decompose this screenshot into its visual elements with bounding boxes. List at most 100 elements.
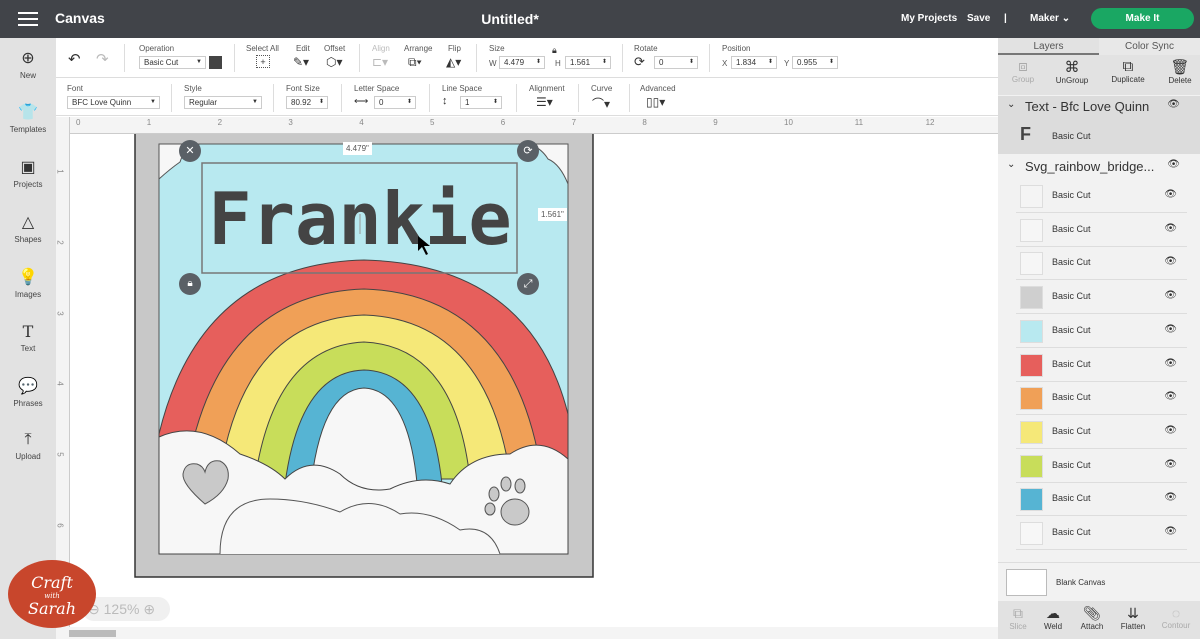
redo-icon[interactable]: ↷ — [96, 50, 109, 68]
eye-icon[interactable]: 👁︎ — [1164, 459, 1177, 470]
align-icon[interactable]: ⊏▾ — [372, 55, 388, 69]
layer-name: Basic Cut — [1052, 324, 1091, 335]
lock-icon[interactable]: 🔒︎ — [552, 45, 557, 56]
eye-icon[interactable]: 👁︎ — [1167, 159, 1180, 170]
sidebar-item-projects[interactable]: ▣ Projects — [0, 157, 56, 189]
stepper-icon[interactable]: ⬍ — [536, 57, 541, 68]
ungroup-button[interactable]: ⌘ UnGroup — [1047, 58, 1097, 85]
sidebar-item-shapes[interactable]: △ Shapes — [0, 212, 56, 244]
layer-name[interactable]: Basic Cut — [1052, 131, 1091, 141]
sidebar-item-text[interactable]: T Text — [0, 322, 56, 353]
text-toolbar: Font BFC Love Quinn ▼ Style Regular ▼ Font… — [56, 79, 998, 116]
my-projects-link[interactable]: My Projects — [901, 13, 957, 24]
stepper-icon[interactable]: ⬍ — [319, 97, 324, 108]
machine-select[interactable]: Maker ⌄ — [1030, 13, 1070, 24]
style-select[interactable]: Regular ▼ — [184, 96, 262, 109]
eye-icon[interactable]: 👁︎ — [1164, 391, 1177, 402]
align-left-icon[interactable]: ☰▾ — [536, 95, 553, 109]
operation-select[interactable]: Basic Cut ▼ — [139, 56, 206, 69]
eye-icon[interactable]: 👁︎ — [1164, 324, 1177, 335]
letter-space-input[interactable]: 0 ⬍ — [374, 96, 416, 109]
horizontal-scrollbar[interactable] — [56, 627, 998, 639]
layer-row[interactable]: Basic Cut 👁︎ — [1016, 416, 1187, 449]
eye-icon[interactable]: 👁︎ — [1167, 99, 1180, 110]
sidebar-item-new[interactable]: ⊕ New — [0, 48, 56, 80]
layer-row[interactable]: Basic Cut 👁︎ — [1016, 517, 1187, 550]
eye-icon[interactable]: 👁︎ — [1164, 256, 1177, 267]
layer-row[interactable]: Basic Cut 👁︎ — [1016, 349, 1187, 382]
undo-icon[interactable]: ↶ — [68, 50, 81, 68]
select-all-icon[interactable]: + — [256, 55, 270, 68]
eye-icon[interactable]: 👁︎ — [1164, 358, 1177, 369]
layer-group-svg[interactable]: ⌄ Svg_rainbow_bridge... 👁︎ — [998, 159, 1200, 181]
layer-row[interactable]: Basic Cut 👁︎ — [1016, 180, 1187, 213]
stepper-icon[interactable]: ⬍ — [407, 97, 412, 108]
design-artwork[interactable]: Frankie — [70, 134, 998, 627]
layer-group-text[interactable]: ⌄ Text - Bfc Love Quinn 👁︎ — [998, 99, 1200, 121]
scrollbar-thumb[interactable] — [69, 630, 116, 637]
stepper-icon[interactable]: ⬍ — [829, 57, 834, 68]
hamburger-icon[interactable] — [18, 12, 38, 26]
font-select[interactable]: BFC Love Quinn ▼ — [67, 96, 160, 109]
tab-color-sync[interactable]: Color Sync — [1099, 38, 1200, 55]
arrange-icon[interactable]: ⧉▾ — [408, 55, 422, 70]
line-space-input[interactable]: 1 ⬍ — [460, 96, 502, 109]
zoom-in-icon[interactable]: ⊕ — [143, 601, 155, 617]
eye-icon[interactable]: 👁︎ — [1164, 492, 1177, 503]
make-it-button[interactable]: Make It — [1091, 8, 1194, 29]
eye-icon[interactable]: 👁︎ — [1164, 526, 1177, 537]
resize-handle-icon[interactable]: ⤢ — [517, 273, 539, 295]
sidebar-item-phrases[interactable]: 💬 Phrases — [0, 376, 56, 408]
eye-icon[interactable]: 👁︎ — [1164, 290, 1177, 301]
divider — [234, 44, 235, 72]
offset-icon[interactable]: ⬡▾ — [326, 55, 343, 69]
stepper-icon[interactable]: ⬍ — [689, 57, 694, 68]
slice-button[interactable]: ⧉ Slice — [998, 605, 1038, 631]
layer-row[interactable]: Basic Cut 👁︎ — [1016, 281, 1187, 315]
layer-row[interactable]: Basic Cut 👁︎ — [1016, 214, 1187, 247]
eye-icon[interactable]: 👁︎ — [1164, 189, 1177, 200]
eye-icon[interactable]: 👁︎ — [1164, 223, 1177, 234]
shapes-icon: △ — [21, 214, 35, 231]
layer-row[interactable]: Basic Cut 👁︎ — [1016, 315, 1187, 348]
group-button[interactable]: ⧈ Group — [998, 58, 1048, 84]
contour-button[interactable]: ◌ Contour — [1156, 605, 1196, 630]
advanced-icon[interactable]: ▯▯▾ — [646, 95, 665, 109]
rotate-input[interactable]: 0 ⬍ — [654, 56, 698, 69]
layer-row[interactable]: Basic Cut 👁︎ — [1016, 483, 1187, 517]
sidebar-item-images[interactable]: 💡 Images — [0, 267, 56, 299]
project-title[interactable]: Untitled* — [420, 11, 600, 27]
stepper-icon[interactable]: ⬍ — [493, 97, 498, 108]
eye-icon[interactable]: 👁︎ — [1164, 425, 1177, 436]
blank-canvas-row[interactable]: Blank Canvas — [998, 562, 1200, 601]
edit-toolbar: ↶ ↷ Operation Basic Cut ▼ Select All + Ed… — [56, 38, 998, 78]
duplicate-button[interactable]: ⧉ Duplicate — [1103, 58, 1153, 84]
color-swatch[interactable] — [209, 56, 222, 69]
flatten-button[interactable]: ⇊ Flatten — [1113, 605, 1153, 631]
sidebar-item-templates[interactable]: 👕 Templates — [0, 102, 56, 134]
save-button[interactable]: Save — [967, 13, 990, 24]
weld-button[interactable]: ☁ Weld — [1033, 605, 1073, 631]
layer-row[interactable]: Basic Cut 👁︎ — [1016, 247, 1187, 281]
design-canvas[interactable]: Frankie ✕ ⟳ 🔒︎ ⤢ 4.479" 1.561" — [70, 134, 998, 627]
close-handle-icon[interactable]: ✕ — [179, 140, 201, 162]
sidebar-item-upload[interactable]: ⤒ Upload — [0, 431, 56, 461]
layer-row[interactable]: Basic Cut 👁︎ — [1016, 382, 1187, 416]
lock-handle-icon[interactable]: 🔒︎ — [179, 273, 201, 295]
rotate-handle-icon[interactable]: ⟳ — [517, 140, 539, 162]
stepper-icon[interactable]: ⬍ — [768, 57, 773, 68]
attach-button[interactable]: 📎︎ Attach — [1072, 605, 1112, 631]
height-input[interactable]: 1.561 ⬍ — [565, 56, 611, 69]
layer-row[interactable]: Basic Cut 👁︎ — [1016, 450, 1187, 483]
font-size-input[interactable]: 80.92 ⬍ — [286, 96, 328, 109]
y-input[interactable]: 0.955 ⬍ — [792, 56, 838, 69]
stepper-icon[interactable]: ⬍ — [602, 57, 607, 68]
width-input[interactable]: 4.479 ⬍ — [499, 56, 545, 69]
curve-icon[interactable]: ⌒▾ — [592, 95, 610, 112]
x-input[interactable]: 1.834 ⬍ — [731, 56, 777, 69]
flip-icon[interactable]: ◭▾ — [446, 55, 461, 69]
ruler-tick-label: 10 — [784, 118, 793, 127]
delete-button[interactable]: 🗑︎ Delete — [1155, 58, 1200, 85]
tab-layers[interactable]: Layers — [998, 38, 1099, 55]
pencil-icon[interactable]: ✎▾ — [293, 55, 309, 69]
